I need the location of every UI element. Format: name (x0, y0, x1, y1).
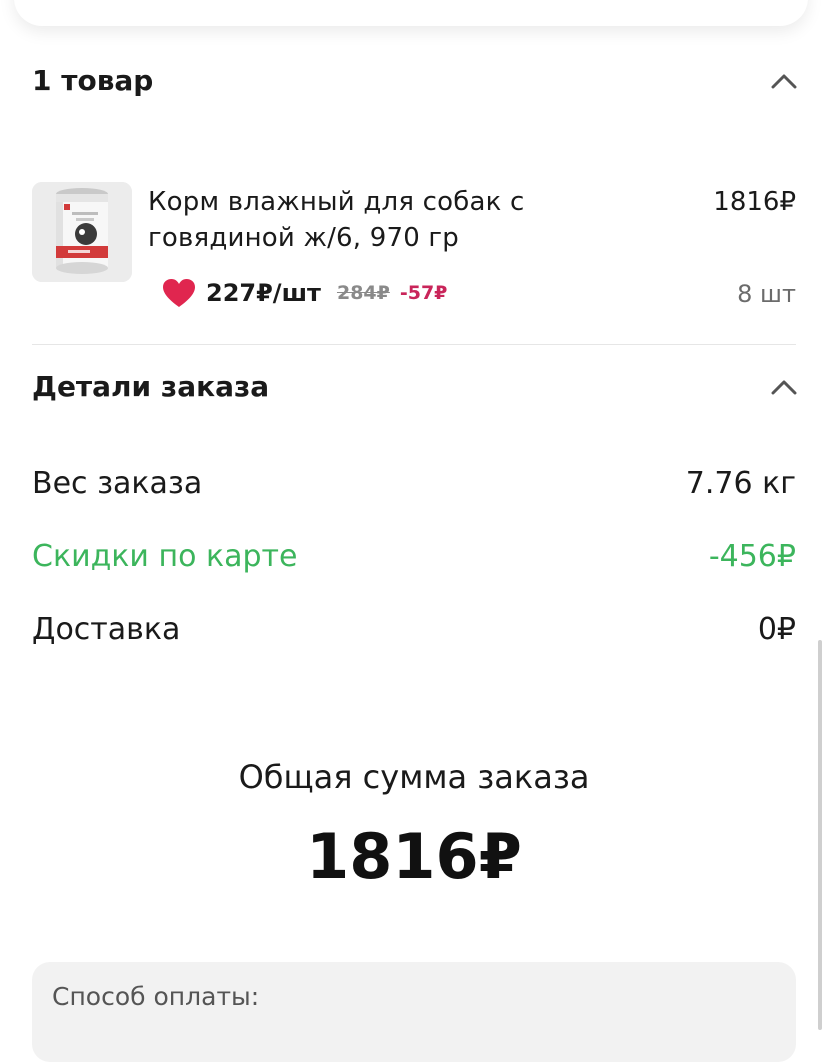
items-section-title: 1 товар (32, 64, 154, 97)
delivery-value: 0₽ (757, 612, 796, 647)
chevron-up-icon[interactable] (770, 377, 798, 397)
scrollbar[interactable] (818, 640, 822, 1030)
divider (32, 344, 796, 345)
card-discount-value: -456₽ (708, 539, 796, 574)
order-weight-label: Вес заказа (32, 466, 203, 501)
product-quantity: 8 шт (737, 280, 796, 308)
item-discount: -57₽ (399, 282, 448, 304)
details-section-header[interactable]: Детали заказа (32, 370, 798, 403)
heart-icon (162, 278, 196, 308)
product-image[interactable] (32, 182, 132, 282)
details-section-title: Детали заказа (32, 370, 270, 403)
unit-price: 227₽/шт (206, 279, 321, 307)
previous-card (14, 0, 808, 26)
product-row[interactable]: Корм влажный для собак с говядиной ж/6, … (32, 182, 798, 312)
order-total-value: 1816₽ (306, 820, 522, 893)
items-section-header[interactable]: 1 товар (32, 64, 798, 97)
chevron-up-icon[interactable] (770, 71, 798, 91)
order-total-label: Общая сумма заказа (238, 758, 590, 796)
product-name[interactable]: Корм влажный для собак с говядиной ж/6, … (148, 184, 588, 256)
unit-price-line: 227₽/шт 284₽ -57₽ (162, 278, 447, 308)
old-price: 284₽ (336, 282, 390, 304)
payment-method-card[interactable]: Способ оплаты: (32, 962, 796, 1062)
order-weight-value: 7.76 кг (685, 466, 796, 501)
delivery-row: Доставка 0₽ (32, 612, 796, 647)
card-discount-label: Скидки по карте (32, 539, 298, 574)
card-discount-row: Скидки по карте -456₽ (32, 539, 796, 574)
delivery-label: Доставка (32, 612, 181, 647)
product-total-price: 1816₽ (713, 187, 796, 217)
payment-method-label: Способ оплаты: (52, 982, 260, 1011)
order-weight-row: Вес заказа 7.76 кг (32, 466, 796, 501)
